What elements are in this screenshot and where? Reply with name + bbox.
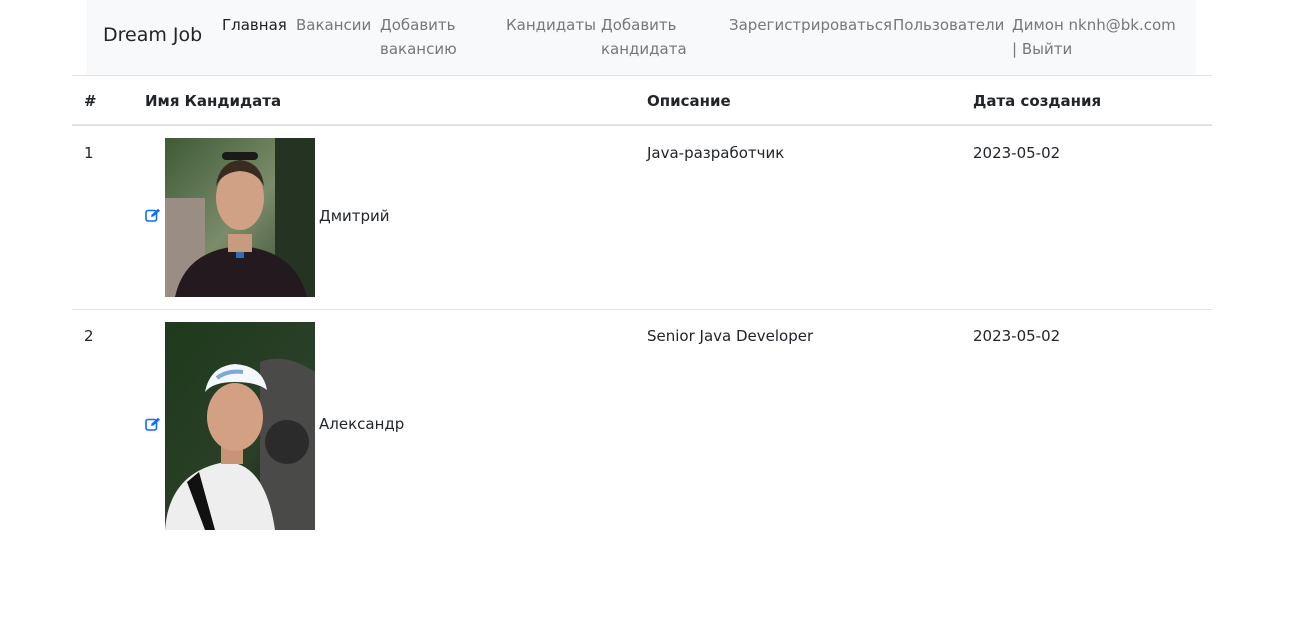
candidate-description: Senior Java Developer [647,327,814,345]
row-number: 1 [84,144,94,162]
table-row: 1 Дмитрий Java-разработчик 2023-05-02 [72,126,1212,310]
nav-link-add-candidate[interactable]: Добавить кандидата [601,13,711,61]
candidates-table: # Имя Кандидата Описание Дата создания 1 [72,76,1212,542]
navbar: Dream Job Главная Вакансии Добавить вака… [87,0,1196,75]
candidate-created: 2023-05-02 [973,144,1061,162]
nav-user-logout[interactable]: Димон nknh@bk.com | Выйти [1012,13,1182,61]
candidate-name: Дмитрий [319,207,390,225]
nav-link-add-vacancy[interactable]: Добавить вакансию [380,13,490,61]
table-row: 2 Александр Senior Java Developer 2023-0… [72,310,1212,542]
navbar-brand[interactable]: Dream Job [103,24,202,46]
nav-link-users[interactable]: Пользователи [893,13,1008,37]
candidate-photo [165,322,315,530]
nav-link-home[interactable]: Главная [222,13,292,37]
row-number: 2 [84,327,94,345]
header-created: Дата создания [973,92,1102,110]
header-number: # [84,92,97,110]
nav-link-register[interactable]: Зарегистрироваться [729,13,899,37]
candidate-created: 2023-05-02 [973,327,1061,345]
header-description: Описание [647,92,731,110]
nav-link-vacancies[interactable]: Вакансии [296,13,376,37]
candidate-description: Java-разработчик [647,144,785,162]
edit-icon[interactable] [145,417,161,431]
table-header: # Имя Кандидата Описание Дата создания [72,76,1212,126]
header-candidate-name: Имя Кандидата [145,92,282,110]
candidate-photo [165,138,315,297]
candidate-name: Александр [319,415,405,433]
edit-icon[interactable] [145,208,161,222]
nav-link-candidates[interactable]: Кандидаты [506,13,598,37]
